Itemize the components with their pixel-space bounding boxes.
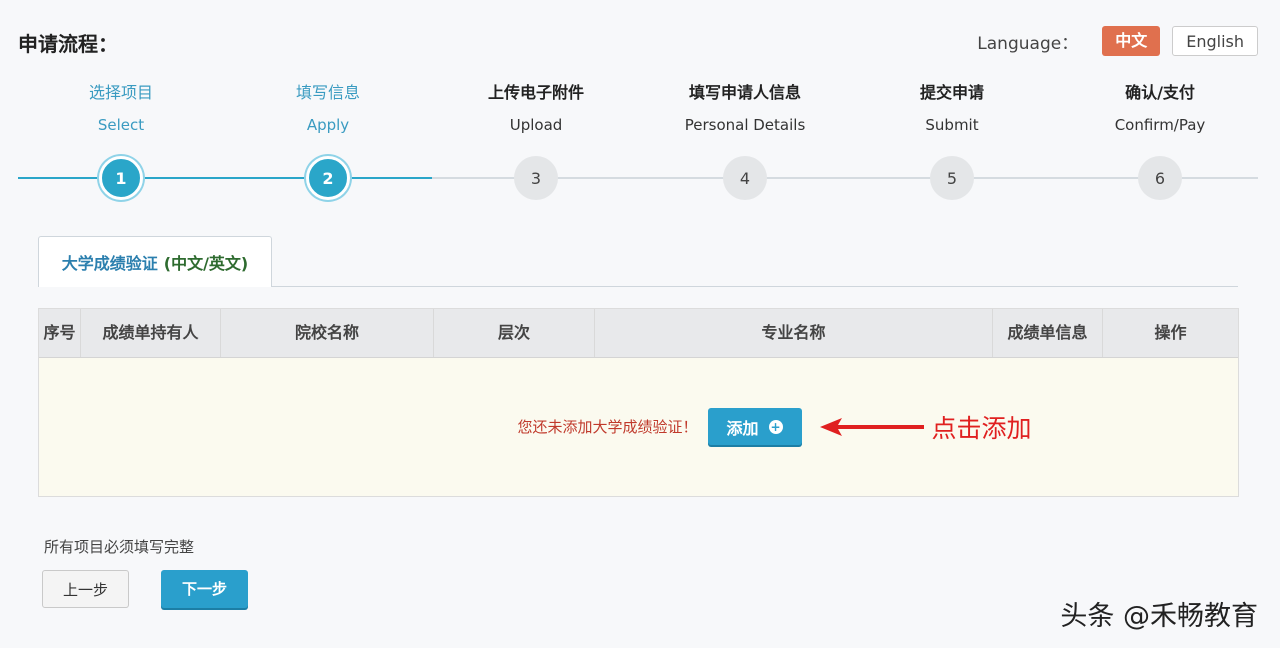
step-personal-details: 填写申请人信息 Personal Details	[645, 82, 845, 135]
add-button[interactable]: 添加 +	[707, 408, 802, 445]
annotation-text: 点击添加	[931, 413, 1032, 443]
required-note: 所有项目必须填写完整	[44, 538, 195, 556]
click-annotation: 点击添加	[819, 409, 1032, 445]
application-page: 申请流程： Language： 中文 English 选择项目 Select 1…	[0, 0, 1280, 648]
language-label: Language：	[977, 33, 1079, 54]
step-apply: 填写信息 Apply	[228, 82, 428, 135]
step-confirm-pay: 确认/支付 Confirm/Pay	[1060, 82, 1260, 135]
step-select: 选择项目 Select	[21, 82, 221, 135]
column-header-school: 院校名称	[221, 309, 434, 357]
step-label-en: Upload	[509, 116, 563, 134]
step-circle-4: 4	[723, 156, 767, 200]
page-title: 申请流程：	[18, 32, 118, 56]
step-label-cn: 填写信息	[295, 83, 360, 102]
step-label-cn: 确认/支付	[1125, 83, 1195, 102]
step-upload: 上传电子附件 Upload	[436, 82, 636, 135]
step-label-en: Personal Details	[684, 116, 806, 134]
column-header-major: 专业名称	[595, 309, 993, 357]
column-header-index: 序号	[39, 309, 81, 357]
column-header-level: 层次	[434, 309, 595, 357]
step-label-cn: 填写申请人信息	[688, 83, 801, 102]
language-chinese-button[interactable]: 中文	[1102, 26, 1161, 56]
empty-message: 您还未添加大学成绩验证！	[517, 418, 698, 436]
previous-step-button[interactable]: 上一步	[42, 570, 129, 608]
step-circle-5: 5	[930, 156, 974, 200]
add-button-label: 添加	[726, 418, 759, 438]
column-header-holder: 成绩单持有人	[81, 309, 221, 357]
language-switcher: Language： 中文 English	[977, 26, 1258, 56]
step-circle-2[interactable]: 2	[306, 156, 350, 200]
step-label-cn: 选择项目	[88, 83, 153, 102]
step-label-en: Select	[97, 116, 145, 134]
transcript-table: 序号 成绩单持有人 院校名称 层次 专业名称 成绩单信息 操作 您还未添加大学成…	[38, 308, 1239, 497]
step-label-en: Apply	[306, 116, 350, 134]
empty-state: 您还未添加大学成绩验证！ 添加 + 点击添加	[39, 408, 1238, 445]
step-label-cn: 上传电子附件	[487, 83, 584, 102]
table-body: 您还未添加大学成绩验证！ 添加 + 点击添加	[39, 358, 1238, 497]
tab-label: 大学成绩验证	[61, 254, 158, 273]
arrow-left-icon	[819, 417, 924, 436]
progress-track-completed	[18, 177, 432, 179]
next-step-button[interactable]: 下一步	[161, 570, 248, 608]
step-label-en: Confirm/Pay	[1114, 116, 1206, 134]
language-english-button[interactable]: English	[1172, 26, 1258, 56]
step-circle-6: 6	[1138, 156, 1182, 200]
step-circle-3: 3	[514, 156, 558, 200]
table-header: 序号 成绩单持有人 院校名称 层次 专业名称 成绩单信息 操作	[39, 309, 1238, 358]
step-label-en: Submit	[925, 116, 979, 134]
step-circle-1[interactable]: 1	[99, 156, 143, 200]
column-header-transcript-info: 成绩单信息	[993, 309, 1103, 357]
plus-circle-icon: +	[768, 419, 783, 434]
watermark: 头条 @禾畅教育	[1060, 601, 1258, 632]
step-label-cn: 提交申请	[919, 83, 984, 102]
tab-transcript-verification[interactable]: 大学成绩验证 (中文/英文)	[38, 236, 272, 287]
step-submit: 提交申请 Submit	[852, 82, 1052, 135]
tab-sub-label: (中文/英文)	[163, 254, 249, 273]
column-header-action: 操作	[1154, 323, 1187, 342]
